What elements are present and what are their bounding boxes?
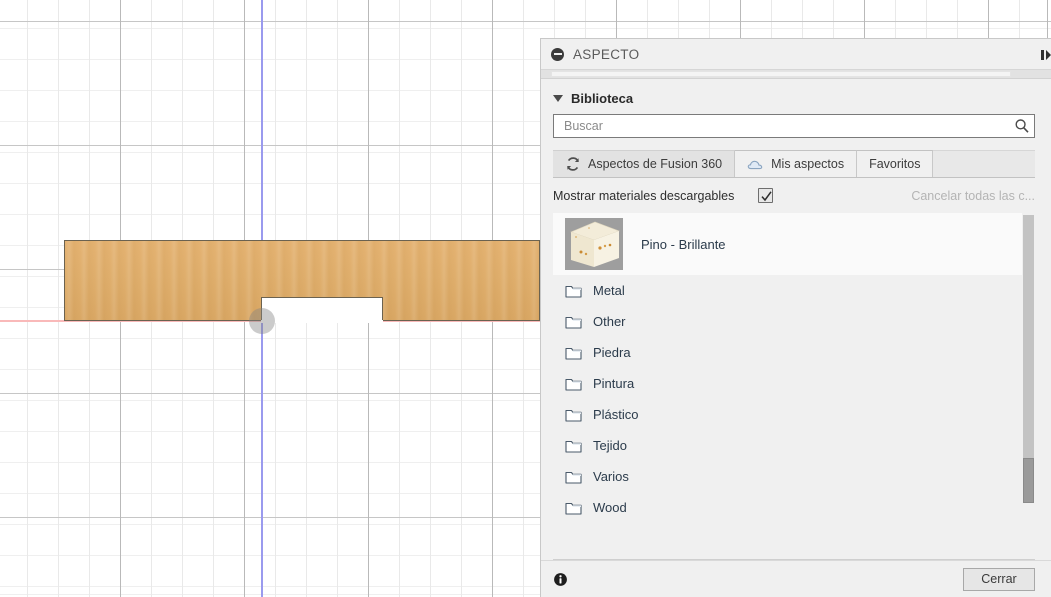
tab-label: Favoritos — [869, 157, 921, 171]
folder-icon — [565, 501, 582, 515]
pine-cube-thumbnail — [565, 218, 623, 270]
list-item-label: Tejido — [593, 438, 627, 453]
fusion360-window: ASPECTO Biblioteca Buscar Aspectos de Fu… — [0, 0, 1051, 597]
show-downloadable-checkbox[interactable] — [758, 188, 774, 203]
triangle-down-icon[interactable] — [553, 95, 563, 102]
list-item[interactable]: Metal — [553, 275, 1022, 306]
folder-icon — [565, 315, 582, 329]
search-row — [541, 114, 1051, 138]
close-button[interactable]: Cerrar — [963, 567, 1035, 591]
folder-icon — [565, 408, 582, 422]
tab-aspectos-de-fusion-360[interactable]: Aspectos de Fusion 360 — [553, 150, 736, 177]
list-item-label: Other — [593, 314, 626, 329]
tab-favoritos[interactable]: Favoritos — [857, 150, 934, 177]
library-list-scrollbar-track-fill[interactable] — [1023, 215, 1034, 458]
list-item-label: Pino - Brillante — [641, 236, 726, 252]
list-item-label: Pintura — [593, 376, 635, 391]
list-item[interactable]: Wood — [553, 492, 1022, 523]
dock-panel-icon[interactable] — [1041, 48, 1051, 60]
tabs-filler — [933, 150, 1035, 177]
list-item[interactable]: Pintura — [553, 368, 1022, 399]
library-tabs: Aspectos de Fusion 360 Mis aspectos Favo… — [553, 150, 1035, 178]
tab-label: Aspectos de Fusion 360 — [588, 157, 723, 171]
list-item[interactable]: Varios — [553, 461, 1022, 492]
tab-mis-aspectos[interactable]: Mis aspectos — [735, 150, 858, 177]
cancel-all-downloads-link[interactable]: Cancelar todas las c... — [911, 189, 1035, 203]
library-section-header[interactable]: Biblioteca — [541, 79, 1051, 114]
library-list-scrollbar[interactable] — [1022, 213, 1035, 559]
folder-icon — [565, 439, 582, 453]
list-item[interactable]: Other — [553, 306, 1022, 337]
wood-part-notch-open-bottom — [261, 319, 383, 323]
list-item[interactable]: Pino - Brillante — [553, 213, 1022, 275]
library-list: Pino - Brillante Metal Other Piedra Pint… — [553, 213, 1035, 560]
list-item-label: Varios — [593, 469, 629, 484]
refresh-icon — [565, 156, 581, 172]
panel-footer: Cerrar — [541, 560, 1051, 597]
options-row: Mostrar materiales descargables Cancelar… — [541, 178, 1051, 213]
list-item-label: Metal — [593, 283, 625, 298]
list-item[interactable]: Piedra — [553, 337, 1022, 368]
panel-horizontal-scrollbar[interactable] — [541, 69, 1051, 78]
panel-title: ASPECTO — [573, 46, 640, 62]
library-section-label: Biblioteca — [571, 91, 634, 106]
wood-part-body[interactable] — [64, 240, 540, 323]
collapse-minus-icon[interactable] — [551, 47, 564, 61]
folder-icon — [565, 284, 582, 298]
library-list-scrollbar-thumb[interactable] — [1023, 458, 1034, 503]
folder-icon — [565, 470, 582, 484]
show-downloadable-label: Mostrar materiales descargables — [553, 188, 735, 203]
appearance-panel: ASPECTO Biblioteca Buscar Aspectos de Fu… — [540, 38, 1051, 597]
library-list-items: Pino - Brillante Metal Other Piedra Pint… — [553, 213, 1022, 559]
list-item-label: Plástico — [593, 407, 639, 422]
folder-icon — [565, 346, 582, 360]
tab-label: Mis aspectos — [771, 157, 845, 171]
list-item[interactable]: Tejido — [553, 430, 1022, 461]
folder-icon — [565, 377, 582, 391]
list-item-label: Piedra — [593, 345, 631, 360]
wood-part-notch — [261, 297, 383, 322]
origin-point-marker[interactable] — [249, 308, 275, 334]
search-icon[interactable] — [1014, 118, 1030, 134]
search-box[interactable] — [553, 114, 1035, 138]
cloud-icon — [747, 158, 764, 171]
panel-horizontal-scrollbar-thumb[interactable] — [551, 71, 1011, 77]
panel-titlebar[interactable]: ASPECTO — [541, 39, 1051, 69]
list-item-label: Wood — [593, 500, 627, 515]
list-item[interactable]: Plástico — [553, 399, 1022, 430]
search-input[interactable] — [562, 118, 1014, 134]
info-icon[interactable] — [553, 572, 568, 587]
